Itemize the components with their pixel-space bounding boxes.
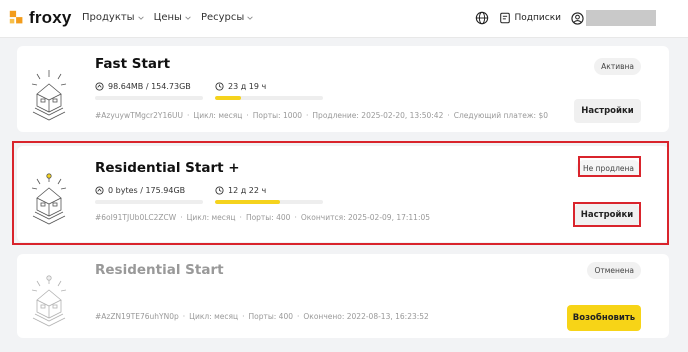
house-icon [31, 275, 67, 327]
time-stat: 23 д 19 ч [215, 82, 266, 91]
traffic-stat: 98.64MB / 154.73GB [95, 82, 191, 91]
subscription-card: Residential Start #AzZN19TE76uhYN0p · Цик… [17, 254, 669, 338]
highlight-status-box [578, 156, 641, 177]
time-value: 23 д 19 ч [228, 82, 267, 91]
ended-text: Окончено: 2022-08-13, 16:23:52 [303, 312, 429, 321]
froxy-logo-icon [9, 10, 23, 24]
ports-text: Порты: 400 [248, 312, 293, 321]
status-badge: Активна [594, 58, 641, 75]
time-bar [215, 96, 323, 100]
chevron-down-icon [137, 16, 144, 20]
settings-button[interactable]: Настройки [574, 99, 641, 123]
chevron-down-icon [185, 16, 191, 20]
user-icon[interactable] [571, 11, 584, 25]
ports-text: Порты: 1000 [252, 111, 303, 120]
highlight-settings-box [573, 202, 641, 227]
document-icon [499, 12, 510, 24]
chevron-down-icon [247, 16, 253, 20]
subscription-id: #AzZN19TE76uhYN0p [95, 312, 179, 321]
cycle-text: Цикл: месяц [193, 111, 243, 120]
nav-prices-label: Цены [153, 12, 182, 23]
next-payment-text: Следующий платеж: $0 [453, 111, 549, 120]
subscriptions-link[interactable]: Подписки [499, 12, 561, 24]
nav-products-label: Продукты [82, 12, 135, 23]
traffic-value: 98.64MB / 154.73GB [108, 82, 191, 91]
card-title: Residential Start [95, 262, 224, 278]
main-nav: Продукты Цены Ресурсы [82, 12, 253, 23]
time-bar-fill [215, 96, 241, 100]
header-actions: Подписки [475, 10, 656, 26]
clock-icon [215, 82, 224, 91]
user-name-redacted[interactable] [586, 10, 656, 26]
logo-text: froxy [29, 8, 72, 27]
top-header: froxy Продукты Цены Ресурсы Подписки [0, 0, 688, 38]
renew-button[interactable]: Возобновить [567, 305, 641, 331]
renewal-text: Продление: 2025-02-20, 13:50:42 [312, 111, 444, 120]
cycle-text: Цикл: месяц [189, 312, 239, 321]
highlight-card-box [12, 141, 669, 245]
subscriptions-label: Подписки [514, 13, 561, 23]
nav-resources[interactable]: Ресурсы [201, 12, 253, 23]
nav-products[interactable]: Продукты [82, 12, 144, 23]
traffic-icon [95, 82, 104, 91]
nav-resources-label: Ресурсы [200, 12, 245, 23]
card-meta: #AzyuywTMgcr2Y16UU · Цикл: месяц · Порты: … [95, 111, 549, 120]
status-badge: Отменена [587, 262, 641, 279]
card-meta: #AzZN19TE76uhYN0p · Цикл: месяц · Порты: 4… [95, 312, 429, 321]
subscription-card: Fast Start 98.64MB / 154.73GB 23 д 19 ч … [17, 46, 669, 132]
nav-prices[interactable]: Цены [154, 12, 191, 23]
froxy-logo[interactable]: froxy [8, 8, 72, 28]
traffic-bar [95, 96, 203, 100]
subscription-id: #AzyuywTMgcr2Y16UU [95, 111, 184, 120]
globe-icon[interactable] [475, 11, 489, 25]
house-icon [31, 70, 67, 121]
card-title: Fast Start [95, 56, 171, 72]
